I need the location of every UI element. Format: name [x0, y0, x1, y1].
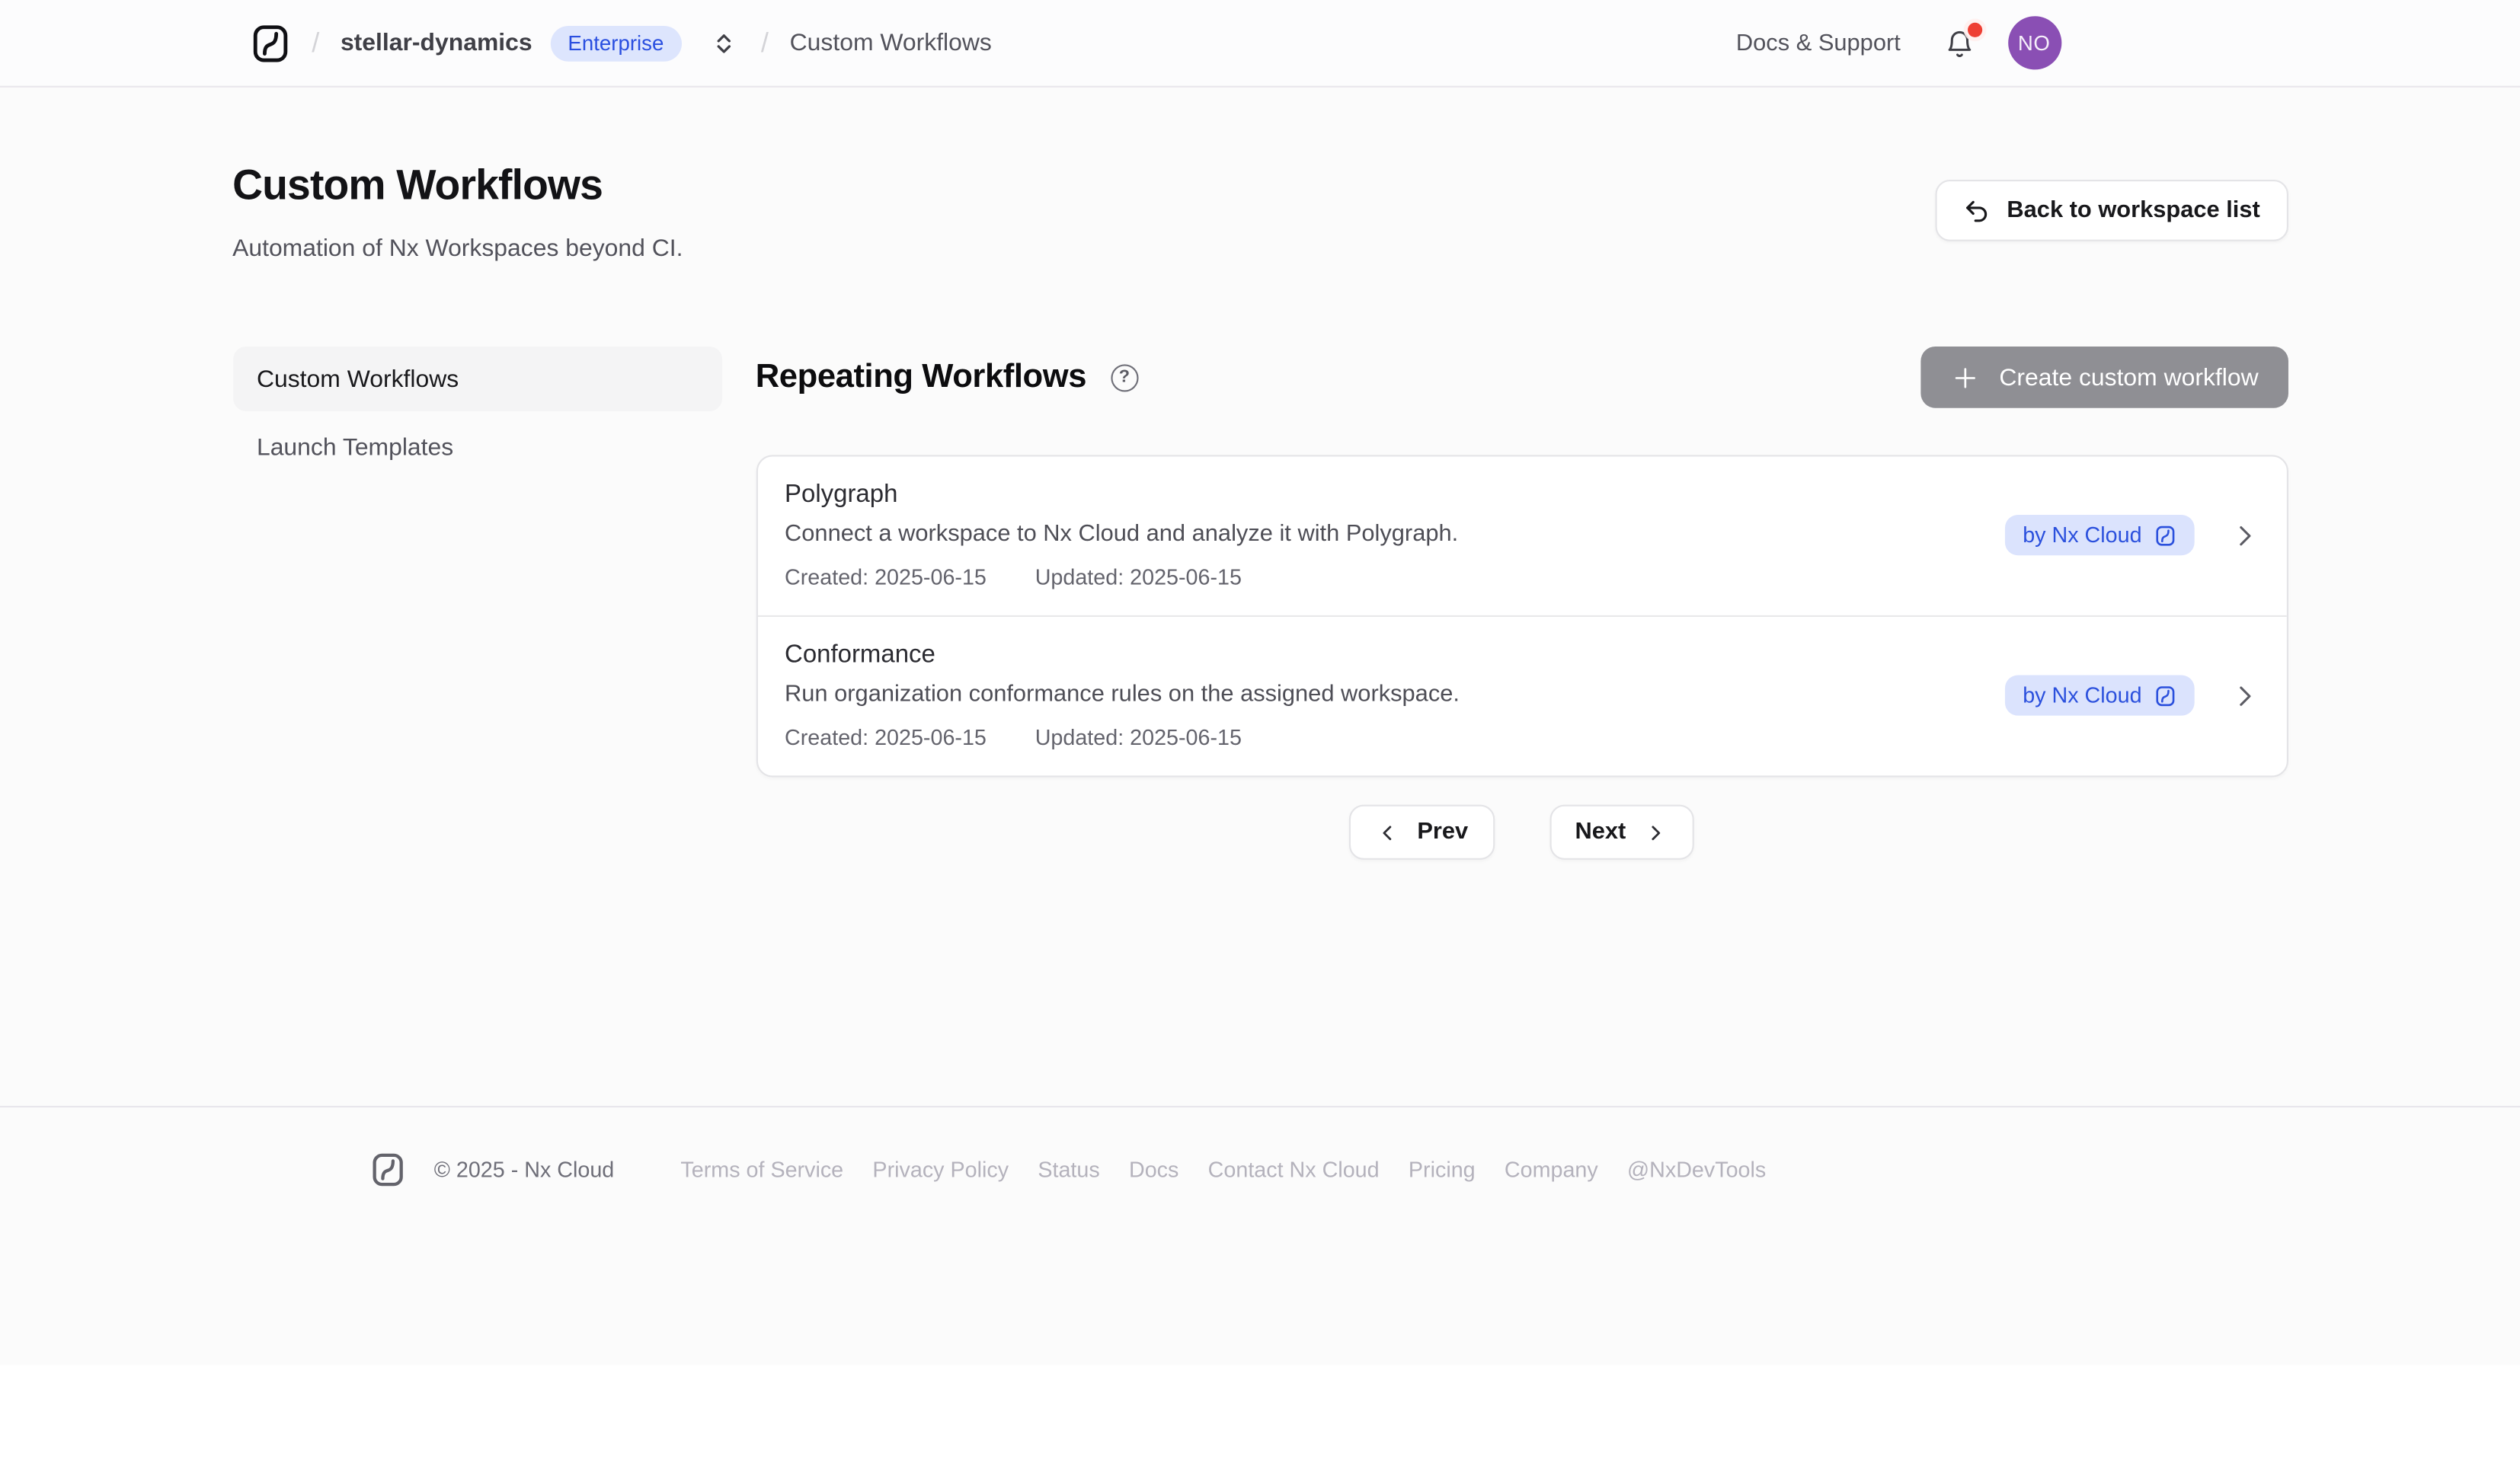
breadcrumb-separator: /: [312, 27, 319, 59]
create-button-label: Create custom workflow: [1999, 363, 2258, 391]
workflow-row-polygraph[interactable]: Polygraph Connect a workspace to Nx Clou…: [757, 457, 2286, 615]
workflow-row-actions: by Nx Cloud: [2005, 515, 2259, 555]
user-avatar[interactable]: NO: [2007, 16, 2061, 69]
page-title: Custom Workflows: [232, 160, 683, 210]
breadcrumb-page: Custom Workflows: [790, 29, 992, 56]
page-subtitle: Automation of Nx Workspaces beyond CI.: [232, 232, 683, 266]
sidebar-item-launch-templates[interactable]: Launch Templates: [232, 414, 721, 479]
workflow-meta: Created: 2025-06-15 Updated: 2025-06-15: [785, 724, 1460, 751]
chevron-right-icon: [2229, 520, 2258, 549]
footer-link-nxdevtools[interactable]: @NxDevTools: [1627, 1158, 1766, 1182]
breadcrumb-workspace[interactable]: stellar-dynamics: [341, 29, 532, 56]
create-custom-workflow-button[interactable]: Create custom workflow: [1921, 347, 2288, 408]
top-navbar: / stellar-dynamics Enterprise / Custom W…: [0, 0, 2520, 88]
nx-cloud-logo-icon: [369, 1152, 407, 1189]
docs-support-link[interactable]: Docs & Support: [1736, 30, 1901, 56]
app-viewport: / stellar-dynamics Enterprise / Custom W…: [0, 0, 2520, 1479]
workflow-name: Conformance: [785, 640, 1460, 670]
nx-cloud-external-icon: [2153, 524, 2176, 547]
prev-button[interactable]: Prev: [1349, 805, 1494, 860]
back-button-label: Back to workspace list: [2007, 197, 2259, 223]
workflow-row-conformance[interactable]: Conformance Run organization conformance…: [757, 615, 2286, 775]
help-icon[interactable]: ?: [1111, 363, 1138, 391]
back-arrow-icon: [1963, 196, 1991, 224]
next-label: Next: [1575, 819, 1626, 845]
chevron-left-icon: [1375, 820, 1399, 845]
badge-label: by Nx Cloud: [2023, 523, 2141, 548]
main-content: Custom Workflows Automation of Nx Worksp…: [0, 88, 2520, 1106]
workflow-name: Polygraph: [785, 479, 1458, 510]
footer-link-docs[interactable]: Docs: [1129, 1158, 1178, 1182]
footer-link-contact[interactable]: Contact Nx Cloud: [1208, 1158, 1380, 1182]
notification-dot: [1967, 22, 1981, 37]
chevrons-up-down-icon: [711, 30, 737, 56]
nx-cloud-external-icon: [2153, 684, 2176, 707]
footer-nx-logo: [369, 1152, 407, 1189]
by-nx-cloud-badge[interactable]: by Nx Cloud: [2005, 676, 2194, 716]
notifications-button[interactable]: [1943, 27, 1975, 59]
workflows-section: Repeating Workflows ? Create custom work…: [756, 347, 2288, 860]
nx-cloud-logo-icon: [248, 22, 290, 64]
sidebar-nav: Custom Workflows Launch Templates: [232, 347, 721, 479]
breadcrumb-separator: /: [761, 27, 769, 59]
back-to-workspace-list-button[interactable]: Back to workspace list: [1936, 180, 2288, 241]
workflow-info: Conformance Run organization conformance…: [785, 640, 1460, 752]
navbar-actions: Docs & Support NO: [1736, 16, 2288, 69]
pagination: Prev Next: [756, 805, 2288, 860]
footer-copyright: © 2025 - Nx Cloud: [434, 1158, 615, 1182]
by-nx-cloud-badge[interactable]: by Nx Cloud: [2005, 515, 2194, 555]
footer-link-status[interactable]: Status: [1038, 1158, 1099, 1182]
section-toolbar: Repeating Workflows ? Create custom work…: [756, 347, 2288, 408]
prev-label: Prev: [1417, 819, 1468, 845]
footer-links: Terms of Service Privacy Policy Status D…: [680, 1158, 1766, 1182]
workflow-updated: Updated: 2025-06-15: [1035, 564, 1242, 591]
footer-link-terms[interactable]: Terms of Service: [680, 1158, 843, 1182]
workflow-meta: Created: 2025-06-15 Updated: 2025-06-15: [785, 564, 1458, 591]
badge-label: by Nx Cloud: [2023, 683, 2141, 708]
workspace-switcher-button[interactable]: [708, 27, 740, 59]
chevron-right-icon: [2229, 681, 2258, 710]
avatar-initials: NO: [2018, 30, 2051, 55]
page-header: Custom Workflows Automation of Nx Worksp…: [232, 88, 2288, 266]
workflow-row-actions: by Nx Cloud: [2005, 676, 2259, 716]
chevron-right-icon: [1644, 820, 1668, 845]
workflow-description: Run organization conformance rules on th…: [785, 680, 1460, 711]
section-heading: Repeating Workflows: [756, 358, 1086, 397]
workflow-info: Polygraph Connect a workspace to Nx Clou…: [785, 479, 1458, 591]
content-row: Custom Workflows Launch Templates Repeat…: [232, 347, 2288, 860]
app-shell: / stellar-dynamics Enterprise / Custom W…: [0, 0, 2520, 1365]
page-footer: © 2025 - Nx Cloud Terms of Service Priva…: [0, 1106, 2520, 1365]
footer-link-pricing[interactable]: Pricing: [1409, 1158, 1476, 1182]
plus-icon: [1951, 362, 1981, 392]
next-button[interactable]: Next: [1549, 805, 1693, 860]
sidebar-item-custom-workflows[interactable]: Custom Workflows: [232, 347, 721, 411]
plan-badge: Enterprise: [550, 25, 682, 61]
workflow-created: Created: 2025-06-15: [785, 724, 987, 751]
footer-content: © 2025 - Nx Cloud Terms of Service Priva…: [0, 1152, 2520, 1189]
footer-link-company[interactable]: Company: [1505, 1158, 1598, 1182]
workflow-updated: Updated: 2025-06-15: [1035, 724, 1242, 751]
workflow-created: Created: 2025-06-15: [785, 564, 987, 591]
workflow-description: Connect a workspace to Nx Cloud and anal…: [785, 519, 1458, 550]
workflows-card: Polygraph Connect a workspace to Nx Clou…: [756, 455, 2288, 777]
nx-cloud-logo[interactable]: [248, 22, 290, 64]
footer-link-privacy[interactable]: Privacy Policy: [872, 1158, 1009, 1182]
